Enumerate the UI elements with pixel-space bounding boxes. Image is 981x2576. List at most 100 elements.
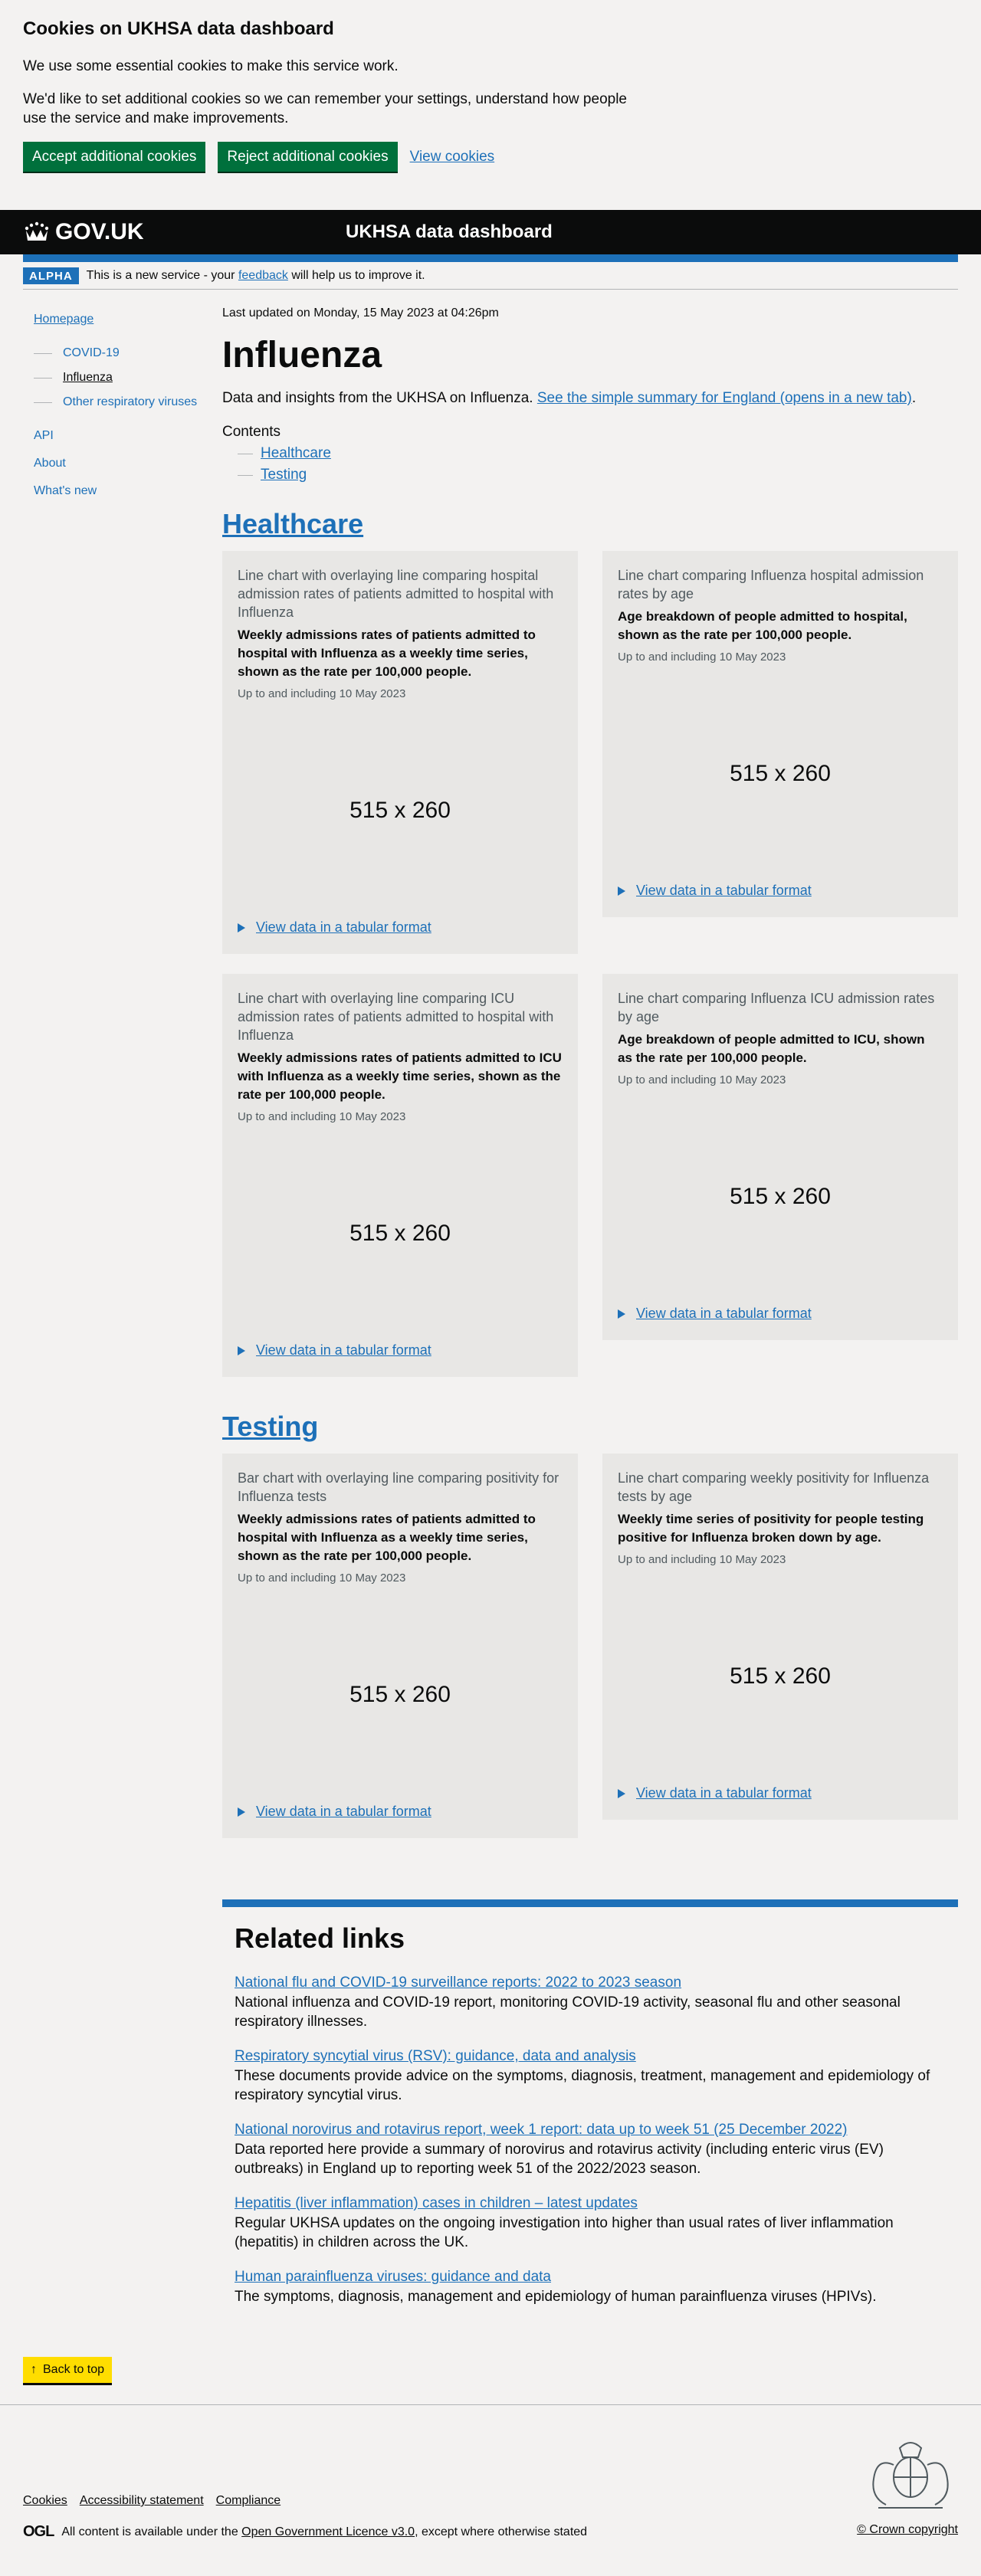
nav-dash xyxy=(34,352,52,354)
chart-card: Line chart with overlaying line comparin… xyxy=(222,551,578,954)
footer-link-compliance[interactable]: Compliance xyxy=(216,2494,281,2508)
simple-summary-link[interactable]: See the simple summary for England (open… xyxy=(537,390,912,406)
chart-placeholder: 515 x 260 xyxy=(349,1682,451,1707)
sidebar-item-homepage[interactable]: Homepage xyxy=(34,313,222,326)
view-tabular-link[interactable]: View data in a tabular format xyxy=(636,883,812,899)
chart-card-title: Line chart comparing Influenza ICU admis… xyxy=(618,991,935,1024)
page-title: Influenza xyxy=(222,335,382,375)
tabular-data-toggle[interactable]: View data in a tabular format xyxy=(238,1804,563,1820)
chart-card-description: Weekly admissions rates of patients admi… xyxy=(238,628,536,679)
chart-placeholder: 515 x 260 xyxy=(349,1221,451,1246)
view-tabular-link[interactable]: View data in a tabular format xyxy=(256,1804,431,1820)
related-link-item: National flu and COVID-19 surveillance r… xyxy=(235,1975,946,2031)
phase-tag: ALPHA xyxy=(23,267,79,284)
triangle-right-icon xyxy=(618,886,625,896)
site-footer: Cookies Accessibility statement Complian… xyxy=(0,2404,981,2576)
contents-link-testing[interactable]: Testing xyxy=(261,467,307,483)
chart-card-title: Line chart with overlaying line comparin… xyxy=(238,568,554,620)
chart-card-description: Weekly time series of positivity for peo… xyxy=(618,1512,924,1545)
related-link-description: These documents provide advice on the sy… xyxy=(235,2068,930,2103)
chart-placeholder: 515 x 260 xyxy=(730,1663,831,1689)
view-cookies-link[interactable]: View cookies xyxy=(410,149,495,166)
related-link-item: Human parainfluenza viruses: guidance an… xyxy=(235,2269,946,2306)
footer-link-cookies[interactable]: Cookies xyxy=(23,2494,67,2508)
chart-card-date: Up to and including 10 May 2023 xyxy=(238,1571,406,1585)
govuk-logo[interactable]: GOV.UK xyxy=(23,219,144,245)
tabular-data-toggle[interactable]: View data in a tabular format xyxy=(238,919,563,936)
contents-link-healthcare[interactable]: Healthcare xyxy=(261,445,331,462)
tabular-data-toggle[interactable]: View data in a tabular format xyxy=(238,1342,563,1358)
testing-charts-grid: Bar chart with overlaying line comparing… xyxy=(222,1454,958,1838)
chart-placeholder: 515 x 260 xyxy=(730,761,831,786)
ogl-licence-link[interactable]: Open Government Licence v3.0 xyxy=(241,2525,415,2538)
crown-copyright-link[interactable]: © Crown copyright xyxy=(857,2523,958,2537)
service-name-link[interactable]: UKHSA data dashboard xyxy=(346,221,553,243)
back-to-top-label: Back to top xyxy=(43,2363,105,2376)
back-to-top-button[interactable]: ↑ Back to top xyxy=(23,2357,113,2385)
view-tabular-link[interactable]: View data in a tabular format xyxy=(636,1306,812,1322)
footer-licence: OGL All content is available under the O… xyxy=(23,2523,587,2541)
related-link-description: Data reported here provide a summary of … xyxy=(235,2142,884,2177)
chart-card-title: Bar chart with overlaying line comparing… xyxy=(238,1470,559,1504)
chart-card: Line chart comparing weekly positivity f… xyxy=(602,1454,958,1820)
chart-card-description: Age breakdown of people admitted to hosp… xyxy=(618,609,907,642)
tabular-data-toggle[interactable]: View data in a tabular format xyxy=(618,883,943,899)
view-tabular-link[interactable]: View data in a tabular format xyxy=(256,1342,431,1358)
ogl-logo: OGL xyxy=(23,2523,54,2540)
chart-placeholder: 515 x 260 xyxy=(730,1184,831,1209)
chart-card-date: Up to and including 10 May 2023 xyxy=(618,1073,786,1086)
royal-coat-of-arms-icon xyxy=(872,2442,949,2509)
feedback-link[interactable]: feedback xyxy=(238,269,288,282)
sidebar-item-other-respiratory-viruses[interactable]: Other respiratory viruses xyxy=(63,395,197,409)
nav-dash xyxy=(34,377,52,379)
chart-card-title: Line chart comparing Influenza hospital … xyxy=(618,568,924,601)
chart-card-date: Up to and including 10 May 2023 xyxy=(238,1110,406,1123)
related-link[interactable]: Hepatitis (liver inflammation) cases in … xyxy=(235,2195,638,2211)
view-tabular-link[interactable]: View data in a tabular format xyxy=(636,1785,812,1801)
related-link-description: The symptoms, diagnosis, management and … xyxy=(235,2289,877,2305)
triangle-right-icon xyxy=(238,1345,245,1355)
related-link-description: Regular UKHSA updates on the ongoing inv… xyxy=(235,2215,894,2250)
related-link-item: Respiratory syncytial virus (RSV): guida… xyxy=(235,2048,946,2105)
section-heading-healthcare[interactable]: Healthcare xyxy=(222,508,363,540)
sidebar-item-api[interactable]: API xyxy=(34,429,222,443)
related-link-item: Hepatitis (liver inflammation) cases in … xyxy=(235,2195,946,2252)
crown-icon xyxy=(25,221,49,241)
tabular-data-toggle[interactable]: View data in a tabular format xyxy=(618,1785,943,1801)
last-updated: Last updated on Monday, 15 May 2023 at 0… xyxy=(222,306,499,320)
related-link-description: National influenza and COVID-19 report, … xyxy=(235,1994,901,2030)
related-link[interactable]: Human parainfluenza viruses: guidance an… xyxy=(235,2269,551,2285)
main-content: Last updated on Monday, 15 May 2023 at 0… xyxy=(222,290,958,2323)
licence-text: All content is available under the Open … xyxy=(61,2525,588,2538)
triangle-right-icon xyxy=(238,1807,245,1817)
site-header: GOV.UK UKHSA data dashboard xyxy=(0,210,981,254)
related-links: Related links National flu and COVID-19 … xyxy=(222,1899,958,2306)
sidebar-item-whats-new[interactable]: What's new xyxy=(34,484,222,498)
accept-cookies-button[interactable]: Accept additional cookies xyxy=(23,142,206,172)
chart-card-description: Age breakdown of people admitted to ICU,… xyxy=(618,1032,925,1065)
nav-dash xyxy=(34,401,52,403)
chart-card-date: Up to and including 10 May 2023 xyxy=(238,687,406,700)
cookie-banner-title: Cookies on UKHSA data dashboard xyxy=(23,18,334,39)
related-link[interactable]: National norovirus and rotavirus report,… xyxy=(235,2122,847,2138)
sidebar-item-about[interactable]: About xyxy=(34,457,222,470)
triangle-right-icon xyxy=(618,1309,625,1319)
chart-card: Bar chart with overlaying line comparing… xyxy=(222,1454,578,1838)
phase-banner: ALPHA This is a new service - your feedb… xyxy=(23,262,958,290)
sidebar-item-influenza[interactable]: Influenza xyxy=(63,371,113,385)
page-intro: Data and insights from the UKHSA on Infl… xyxy=(222,390,917,406)
cookie-banner: Cookies on UKHSA data dashboard We use s… xyxy=(0,0,981,210)
sidebar-item-covid19[interactable]: COVID-19 xyxy=(63,346,120,360)
chart-card: Line chart comparing Influenza ICU admis… xyxy=(602,974,958,1340)
side-navigation: Homepage COVID-19 Influenza Other respir… xyxy=(23,290,222,2323)
reject-cookies-button[interactable]: Reject additional cookies xyxy=(218,142,398,172)
chart-card: Line chart with overlaying line comparin… xyxy=(222,974,578,1377)
related-link[interactable]: Respiratory syncytial virus (RSV): guida… xyxy=(235,2048,636,2064)
tabular-data-toggle[interactable]: View data in a tabular format xyxy=(618,1306,943,1322)
view-tabular-link[interactable]: View data in a tabular format xyxy=(256,919,431,936)
footer-link-accessibility[interactable]: Accessibility statement xyxy=(80,2494,204,2508)
related-link[interactable]: National flu and COVID-19 surveillance r… xyxy=(235,1975,681,1991)
related-links-title: Related links xyxy=(235,1922,405,1954)
section-heading-testing[interactable]: Testing xyxy=(222,1411,318,1443)
triangle-right-icon xyxy=(618,1788,625,1798)
